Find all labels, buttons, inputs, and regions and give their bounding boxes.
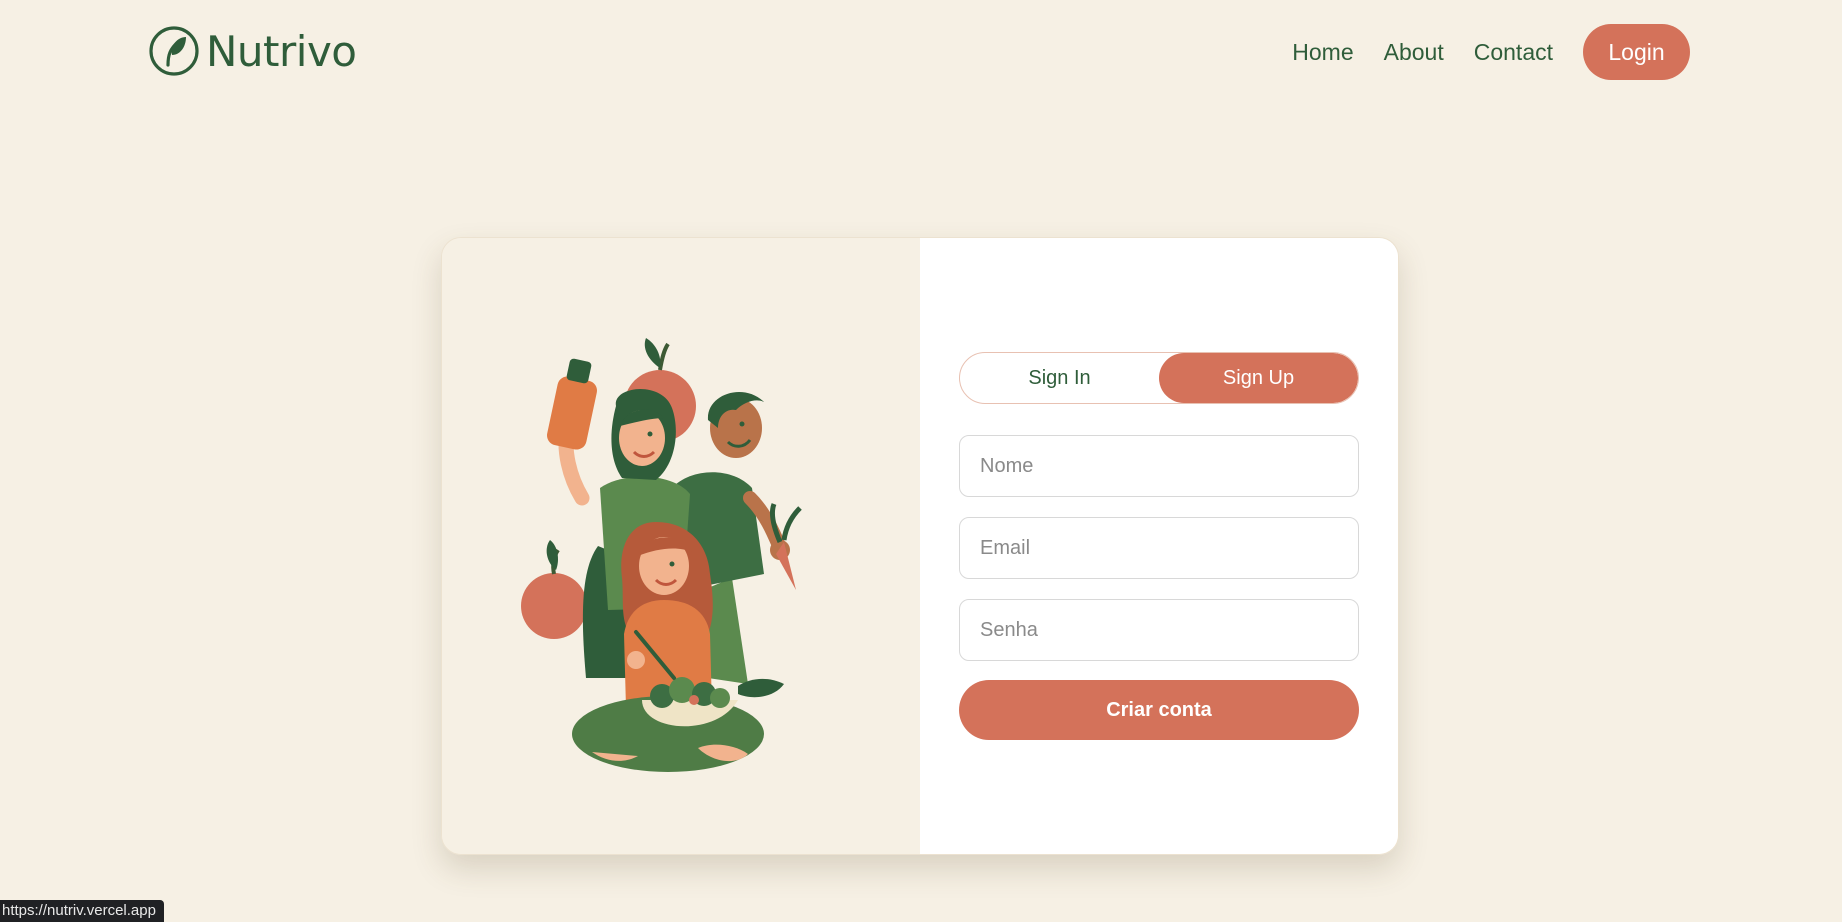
password-input[interactable]: [959, 599, 1359, 661]
create-account-button[interactable]: Criar conta: [959, 680, 1359, 740]
sign-in-tab[interactable]: Sign In: [960, 353, 1159, 403]
nav-about-link[interactable]: About: [1384, 39, 1444, 66]
auth-form-panel: Sign In Sign Up Criar conta: [920, 238, 1398, 854]
people-healthy-food-illustration: [521, 338, 802, 772]
name-input[interactable]: [959, 435, 1359, 497]
illustration-panel: [442, 238, 920, 854]
auth-card: Sign In Sign Up Criar conta: [441, 237, 1399, 855]
email-input[interactable]: [959, 517, 1359, 579]
nav-contact-link[interactable]: Contact: [1474, 39, 1553, 66]
leaf-logo-icon: [149, 26, 199, 76]
sign-up-tab[interactable]: Sign Up: [1159, 353, 1358, 403]
brand-logo[interactable]: Nutrivo: [148, 24, 357, 78]
status-bar-url: https://nutriv.vercel.app: [0, 900, 164, 922]
login-button[interactable]: Login: [1583, 24, 1690, 80]
nav-home-link[interactable]: Home: [1292, 39, 1353, 66]
site-header: Nutrivo Home About Contact Login: [0, 0, 1842, 104]
auth-mode-toggle: Sign In Sign Up: [959, 352, 1359, 404]
brand-name: Nutrivo: [206, 26, 357, 76]
main-nav: Home About Contact Login: [1292, 24, 1690, 80]
